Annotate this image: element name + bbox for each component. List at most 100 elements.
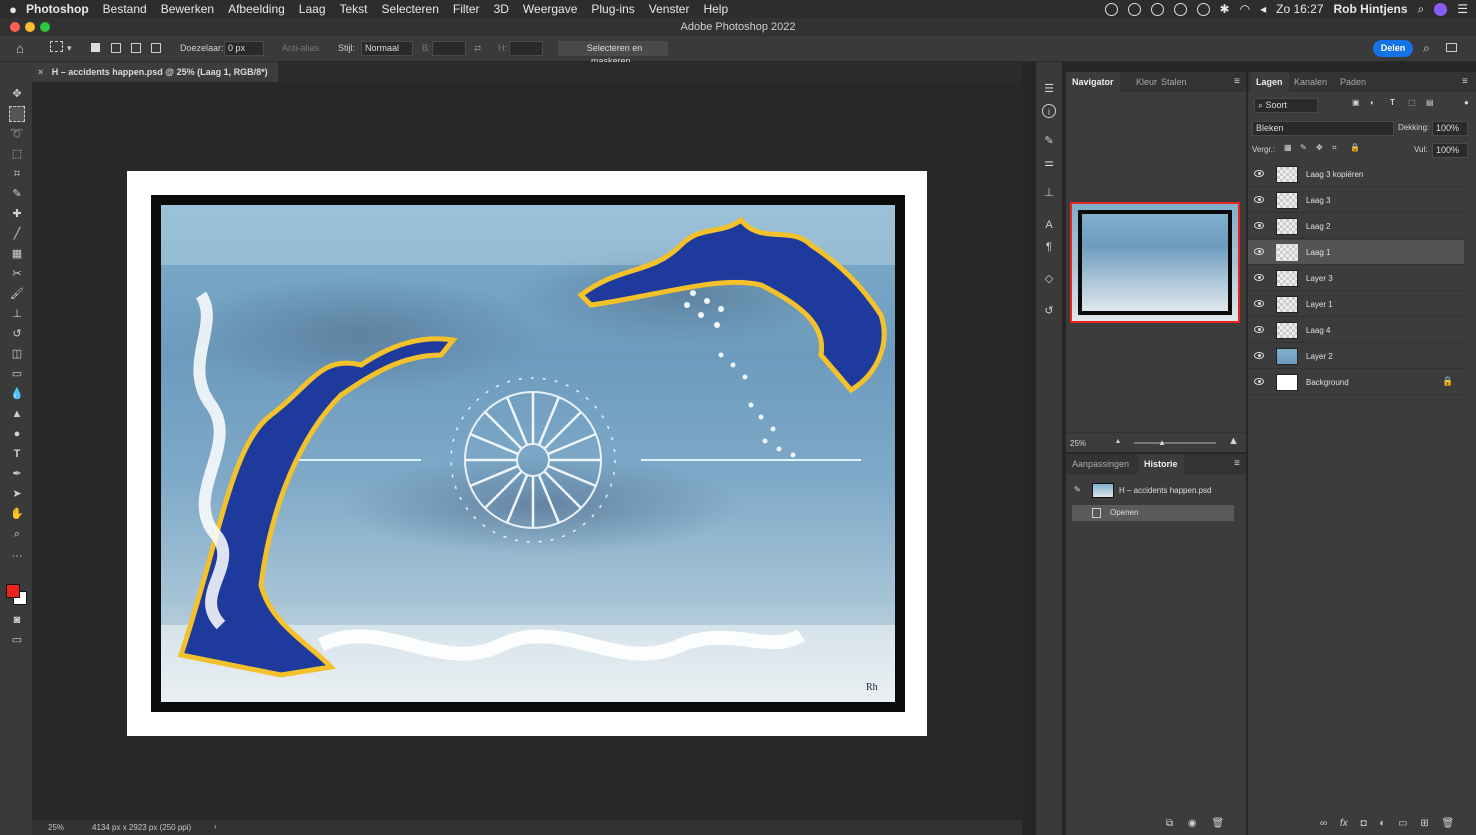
lock-all-icon[interactable]: 🔒 [1350,143,1360,152]
new-group-icon[interactable]: ▭ [1398,818,1407,829]
tab-stalen[interactable]: Stalen [1155,72,1193,92]
healing-brush-icon[interactable]: ✚ [9,206,25,222]
time-machine-icon[interactable] [1196,2,1210,16]
clone-stamp-icon[interactable]: ⊥ [9,306,25,322]
eyedropper-tool-icon[interactable]: ✎ [9,186,25,202]
antialias-checkbox[interactable]: Anti-alias [282,43,319,53]
navigator-thumbnail[interactable] [1070,202,1240,323]
bluetooth-icon[interactable]: ✱ [1220,2,1230,16]
sharpen-tool-icon[interactable]: ▲ [9,406,25,422]
height-input[interactable] [509,41,543,56]
menu-afbeelding[interactable]: Afbeelding [228,2,285,16]
type-tool-icon[interactable]: T [9,446,25,462]
menu-tekst[interactable]: Tekst [340,2,368,16]
status-icon-3[interactable] [1150,2,1164,16]
visibility-eye-icon[interactable] [1254,352,1264,359]
info-icon[interactable]: i [1042,104,1056,118]
status-icon-1[interactable] [1104,2,1118,16]
filter-shape-icon[interactable]: ⬚ [1408,98,1416,107]
menu-app-name[interactable]: Photoshop [26,2,89,16]
hand-tool-icon[interactable]: ✋ [9,506,25,522]
subtract-selection-icon[interactable] [131,43,141,53]
status-zoom[interactable]: 25% [48,823,64,832]
select-and-mask-button[interactable]: Selecteren en maskeren... [558,41,668,66]
zoom-tool-icon[interactable]: ⌕ [9,526,25,542]
tab-navigator[interactable]: Navigator [1066,72,1120,92]
menu-laag[interactable]: Laag [299,2,326,16]
object-selection-tool-icon[interactable]: ⬚ [9,146,25,162]
add-selection-icon[interactable] [111,43,121,53]
document-canvas[interactable]: Rh [127,171,927,736]
wifi-icon[interactable]: ◠ [1240,2,1250,16]
control-center-icon[interactable]: ☰ [1457,2,1468,16]
path-selection-icon[interactable]: ➤ [9,486,25,502]
filter-pixel-icon[interactable]: ▣ [1352,98,1360,107]
filter-adjustment-icon[interactable]: ◐ [1370,98,1375,107]
fill-input[interactable]: 100% [1432,143,1468,158]
new-layer-icon[interactable]: ⊞ [1420,818,1428,829]
pen-tool-icon[interactable]: ✒ [9,466,25,482]
add-mask-icon[interactable]: ◘ [1360,818,1366,829]
dodge-tool-icon[interactable]: ● [9,426,25,442]
filter-toggle[interactable]: ● [1464,98,1469,107]
new-document-from-state-icon[interactable]: ⧉ [1166,818,1173,829]
close-window-button[interactable] [10,22,20,32]
tab-kanalen[interactable]: Kanalen [1288,72,1333,92]
visibility-eye-icon[interactable] [1254,170,1264,177]
status-chevron-icon[interactable]: › [214,822,217,831]
lasso-tool-icon[interactable]: ➰ [9,126,25,142]
zoom-out-icon[interactable]: ▴ [1116,436,1120,445]
marquee-tool-icon[interactable] [9,106,25,122]
spotlight-icon[interactable]: ⌕ [1418,2,1425,17]
adjustment-layer-icon[interactable]: ◐ [1379,818,1385,829]
zoom-slider-track[interactable] [1134,442,1216,444]
link-layers-icon[interactable]: ∞ [1320,818,1327,829]
gradient-tool-icon[interactable]: ▭ [9,366,25,382]
share-button[interactable]: Delen [1373,40,1413,57]
menu-venster[interactable]: Venster [649,2,690,16]
visibility-eye-icon[interactable] [1254,378,1264,385]
status-icon-4[interactable] [1173,2,1187,16]
feather-input[interactable]: 0 px [224,41,264,56]
new-selection-icon[interactable] [91,43,100,52]
layer-row[interactable]: Layer 2 [1248,344,1464,369]
layer-row[interactable]: Laag 2 [1248,214,1464,239]
paint-brush-icon[interactable]: 🖌 [9,286,25,302]
style-select[interactable]: Normaal [361,41,413,56]
opacity-input[interactable]: 100% [1432,121,1468,136]
tab-aanpassingen[interactable]: Aanpassingen [1066,454,1135,474]
blend-mode-select[interactable]: Bleken [1252,121,1394,136]
3d-icon[interactable]: ◇ [1042,272,1056,286]
workspace-icon[interactable] [1446,43,1457,52]
new-snapshot-icon[interactable]: ◉ [1188,818,1197,829]
siri-icon[interactable] [1434,2,1448,16]
panel-menu-icon[interactable]: ≡ [1462,76,1468,87]
history-icon[interactable]: ↺ [1042,304,1056,318]
menu-3d[interactable]: 3D [494,2,509,16]
minimize-window-button[interactable] [25,22,35,32]
filter-type-icon[interactable]: T [1390,98,1395,107]
brushes-icon[interactable]: ✎ [1042,134,1056,148]
layer-row[interactable]: Laag 4 [1248,318,1464,343]
delete-state-icon[interactable]: 🗑 [1211,818,1224,829]
zoom-in-icon[interactable]: ▲ [1228,435,1239,447]
layer-style-icon[interactable]: fx [1340,818,1348,829]
zoom-window-button[interactable] [40,22,50,32]
zoom-slider-handle[interactable]: ▲ [1158,438,1166,447]
visibility-eye-icon[interactable] [1254,300,1264,307]
visibility-eye-icon[interactable] [1254,326,1264,333]
history-step[interactable]: Openen [1072,505,1234,521]
panel-menu-icon[interactable]: ≡ [1234,458,1240,469]
close-tab-icon[interactable]: × [38,67,43,77]
marquee-preset-icon[interactable] [50,41,63,52]
menu-filter[interactable]: Filter [453,2,480,16]
layer-row[interactable]: Laag 3 [1248,188,1464,213]
lock-transparent-icon[interactable]: ▦ [1284,143,1292,152]
tab-paden[interactable]: Paden [1334,72,1372,92]
quick-mask-icon[interactable]: ◙ [9,612,25,628]
character-icon[interactable]: A [1042,218,1056,232]
paragraph-icon[interactable]: ¶ [1042,240,1056,254]
properties-icon[interactable]: ☰ [1042,82,1056,96]
foreground-color-swatch[interactable] [6,584,20,598]
pattern-stamp-icon[interactable]: ✂ [9,266,25,282]
